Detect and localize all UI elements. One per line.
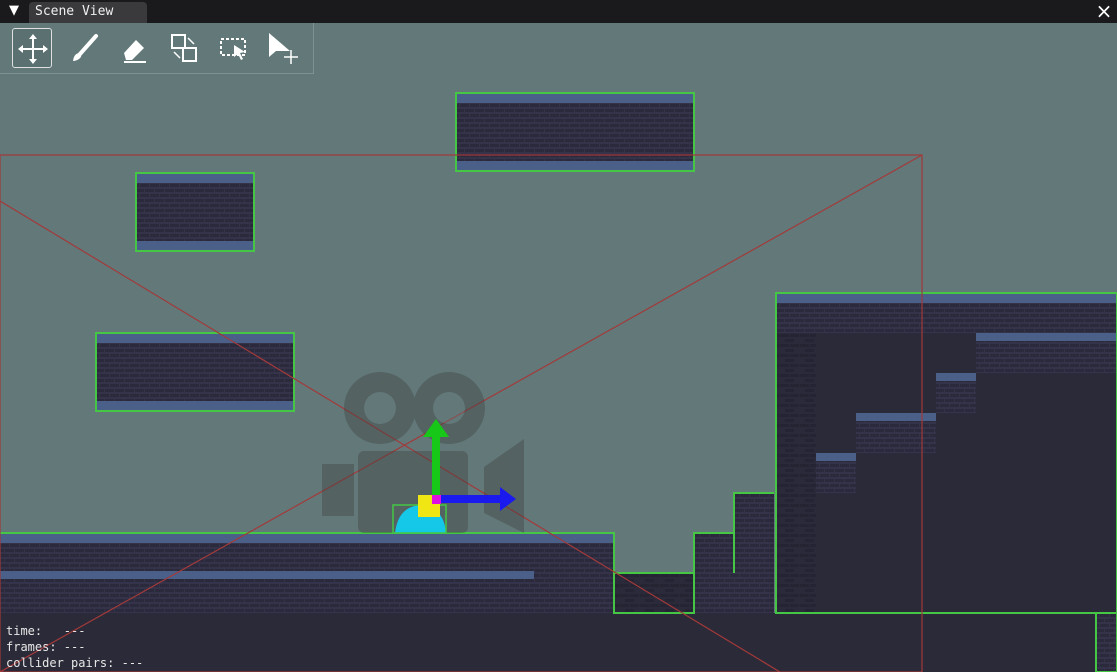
- swap-tool-button[interactable]: [164, 28, 204, 68]
- eraser-tool-button[interactable]: [114, 28, 154, 68]
- scene-viewport[interactable]: time: --- frames: --- collider pairs: ---: [0, 23, 1117, 672]
- swap-squares-icon: [171, 34, 197, 62]
- brush-icon: [73, 34, 98, 61]
- rect-select-tool-button[interactable]: [214, 28, 254, 68]
- platform-top[interactable]: [455, 92, 695, 172]
- gizmo-y-axis[interactable]: [432, 433, 440, 495]
- move-tool-button[interactable]: [12, 28, 52, 68]
- scene-view-window: ▼ Scene View × time: --- frames: --- col…: [0, 0, 1117, 672]
- gizmo-x-axis[interactable]: [440, 495, 502, 503]
- pointer-move-icon: [269, 33, 298, 64]
- stat-time: time: ---: [6, 624, 86, 638]
- pointer-move-tool-button[interactable]: [264, 28, 304, 68]
- move-arrows-icon: [18, 34, 48, 64]
- title-bar: ▼ Scene View ×: [0, 0, 1117, 23]
- eraser-icon: [124, 40, 146, 63]
- scene-canvas[interactable]: [0, 23, 1117, 672]
- brush-tool-button[interactable]: [64, 28, 104, 68]
- tab-label: Scene View: [35, 4, 114, 19]
- tab-scene-view[interactable]: Scene View: [29, 2, 147, 23]
- close-icon[interactable]: ×: [1095, 1, 1113, 21]
- rect-select-icon: [220, 38, 246, 60]
- stats-overlay: time: --- frames: --- collider pairs: ---: [6, 623, 143, 671]
- tools-toolbar: [0, 23, 314, 74]
- triangle-down-icon[interactable]: ▼: [6, 3, 22, 19]
- platform-left-upper[interactable]: [135, 172, 255, 252]
- stat-collider-pairs: collider pairs: ---: [6, 656, 144, 670]
- stat-frames: frames: ---: [6, 640, 86, 654]
- platform-left-lower[interactable]: [95, 332, 295, 412]
